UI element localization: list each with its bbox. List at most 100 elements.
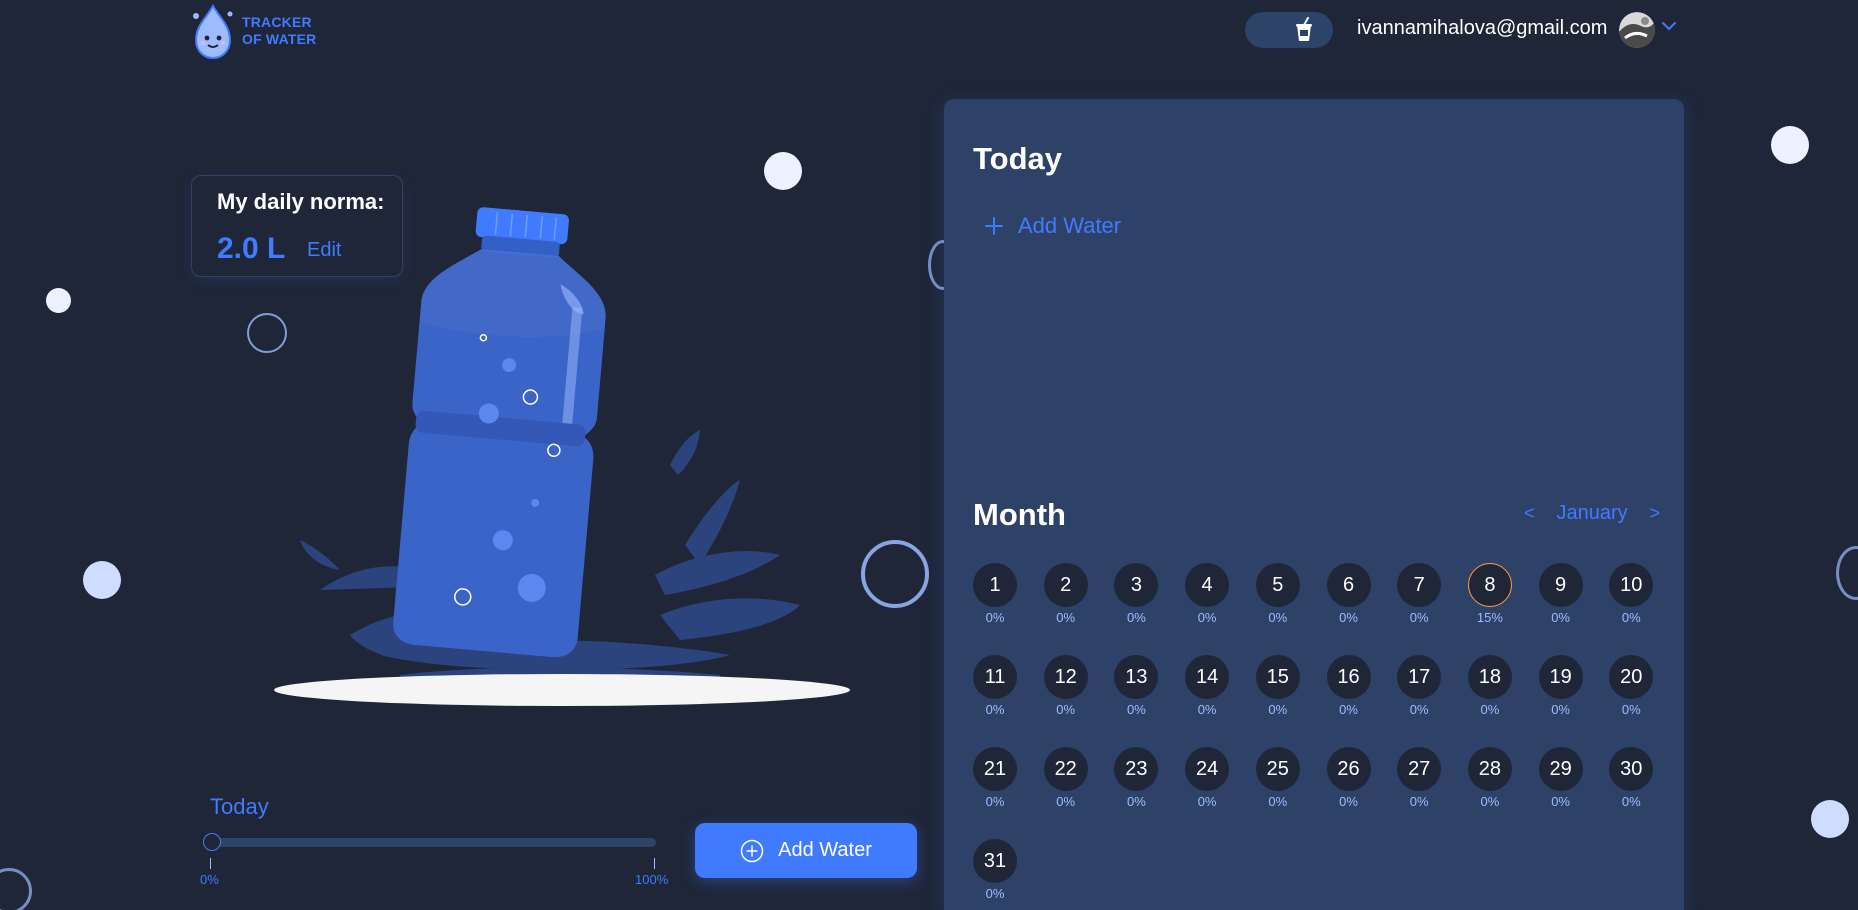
calendar-day-number[interactable]: 9	[1538, 563, 1583, 607]
calendar-day-percent: 0%	[1339, 702, 1358, 717]
logo[interactable]: TRACKER OF WATER	[188, 2, 316, 60]
calendar-day[interactable]: 6 0%	[1326, 563, 1371, 625]
calendar-day[interactable]: 5 0%	[1255, 563, 1300, 625]
calendar-day-number[interactable]: 4	[1185, 563, 1230, 607]
calendar-day-percent: 0%	[1409, 794, 1429, 809]
calendar-day[interactable]: 7 0%	[1397, 563, 1442, 625]
progress-tick-min	[210, 858, 211, 869]
calendar-day[interactable]: 30 0%	[1609, 747, 1654, 809]
calendar-day-number[interactable]: 19	[1538, 655, 1583, 699]
calendar-day-number[interactable]: 18	[1467, 655, 1512, 699]
calendar-day-number[interactable]: 12	[1043, 655, 1088, 699]
calendar-day-number[interactable]: 22	[1043, 747, 1088, 791]
calendar-day-number[interactable]: 16	[1326, 655, 1371, 699]
calendar-day[interactable]: 29 0%	[1538, 747, 1583, 809]
calendar-day-percent: 15%	[1476, 610, 1503, 625]
calendar-day[interactable]: 31 0%	[973, 839, 1017, 901]
calendar-day[interactable]: 28 0%	[1467, 747, 1512, 809]
calendar-day[interactable]: 8 15%	[1467, 563, 1512, 625]
water-bottle-illustration	[274, 207, 850, 706]
calendar-day[interactable]: 16 0%	[1326, 655, 1371, 717]
calendar-day-number[interactable]: 7	[1397, 563, 1442, 607]
calendar-day[interactable]: 23 0%	[1114, 747, 1159, 809]
calendar-day-number[interactable]: 23	[1114, 747, 1159, 791]
calendar-day[interactable]: 1 0%	[973, 563, 1017, 625]
calendar-day[interactable]: 15 0%	[1255, 655, 1300, 717]
calendar-day-number[interactable]: 24	[1185, 747, 1230, 791]
calendar-day-number[interactable]: 30	[1609, 747, 1654, 791]
next-month-button[interactable]: >	[1650, 503, 1661, 524]
calendar-day-number[interactable]: 1	[973, 563, 1017, 607]
calendar-day-number[interactable]: 20	[1609, 655, 1654, 699]
calendar-day-percent: 0%	[1126, 702, 1146, 717]
calendar-day-percent: 0%	[1339, 610, 1358, 625]
progress-knob[interactable]	[203, 833, 221, 851]
calendar-day-percent: 0%	[1056, 610, 1076, 625]
calendar-day-number[interactable]: 5	[1255, 563, 1300, 607]
calendar-day[interactable]: 18 0%	[1467, 655, 1512, 717]
chevron-down-icon[interactable]	[1661, 20, 1677, 32]
calendar-day[interactable]: 24 0%	[1185, 747, 1230, 809]
calendar-day-percent: 0%	[1409, 702, 1429, 717]
calendar-day-number[interactable]: 14	[1185, 655, 1230, 699]
calendar-day-percent: 0%	[1339, 794, 1358, 809]
calendar-day-percent: 0%	[1197, 610, 1217, 625]
theme-toggle[interactable]	[1245, 12, 1333, 48]
calendar-day[interactable]: 2 0%	[1043, 563, 1088, 625]
calendar-day-number[interactable]: 10	[1609, 563, 1654, 607]
calendar-day-number[interactable]: 11	[973, 655, 1017, 699]
calendar-day[interactable]: 12 0%	[1043, 655, 1088, 717]
calendar-day-number[interactable]: 15	[1255, 655, 1300, 699]
calendar-day-number[interactable]: 29	[1538, 747, 1583, 791]
calendar-day-number[interactable]: 27	[1397, 747, 1442, 791]
panel-add-water-button[interactable]: Add Water	[984, 213, 1121, 239]
calendar-day[interactable]: 17 0%	[1397, 655, 1442, 717]
calendar-day-percent: 0%	[985, 610, 1005, 625]
decor-bubble	[46, 288, 71, 313]
calendar-day[interactable]: 20 0%	[1609, 655, 1654, 717]
calendar-day-number[interactable]: 17	[1397, 655, 1442, 699]
calendar-day[interactable]: 3 0%	[1114, 563, 1159, 625]
calendar-day-number[interactable]: 26	[1326, 747, 1371, 791]
calendar-day[interactable]: 26 0%	[1326, 747, 1371, 809]
calendar-day-number[interactable]: 28	[1467, 747, 1512, 791]
calendar-day[interactable]: 19 0%	[1538, 655, 1583, 717]
calendar-day-percent: 0%	[1056, 794, 1076, 809]
calendar-day-percent: 0%	[1197, 702, 1217, 717]
calendar-day-percent: 0%	[1126, 610, 1146, 625]
calendar-day-number[interactable]: 21	[973, 747, 1017, 791]
panel-add-water-label: Add Water	[1018, 213, 1122, 238]
calendar-day[interactable]: 21 0%	[973, 747, 1017, 809]
calendar-day-number[interactable]: 8	[1467, 563, 1512, 607]
calendar-day[interactable]: 10 0%	[1609, 563, 1654, 625]
calendar-day[interactable]: 4 0%	[1185, 563, 1230, 625]
calendar-day-number[interactable]: 31	[973, 839, 1017, 883]
calendar-day-percent: 0%	[1621, 610, 1641, 625]
logo-line-2: OF WATER	[242, 31, 317, 47]
month-nav: < January >	[1524, 502, 1660, 525]
calendar-day-number[interactable]: 13	[1114, 655, 1159, 699]
calendar-day-number[interactable]: 2	[1043, 563, 1088, 607]
calendar-day-number[interactable]: 6	[1326, 563, 1371, 607]
calendar-day[interactable]: 22 0%	[1043, 747, 1088, 809]
calendar-day[interactable]: 27 0%	[1397, 747, 1442, 809]
calendar-day-percent: 0%	[1551, 794, 1570, 809]
avatar[interactable]	[1619, 12, 1655, 48]
add-water-button[interactable]: Add Water	[695, 823, 917, 878]
month-title: Month	[973, 497, 1066, 532]
calendar-day[interactable]: 14 0%	[1185, 655, 1230, 717]
calendar-day-number[interactable]: 25	[1255, 747, 1300, 791]
user-email[interactable]: ivannamihalova@gmail.com	[1357, 17, 1607, 40]
water-drop-logo-icon	[193, 4, 233, 60]
calendar-day[interactable]: 25 0%	[1255, 747, 1300, 809]
calendar-day[interactable]: 11 0%	[973, 655, 1017, 717]
today-title: Today	[973, 141, 1062, 176]
calendar-day-number[interactable]: 3	[1114, 563, 1159, 607]
prev-month-button[interactable]: <	[1524, 503, 1535, 524]
logo-text: TRACKER OF WATER	[242, 14, 316, 48]
calendar-day[interactable]: 9 0%	[1538, 563, 1583, 625]
plus-circle-icon	[740, 839, 764, 862]
calendar-day-percent: 0%	[1197, 794, 1217, 809]
calendar-day[interactable]: 13 0%	[1114, 655, 1159, 717]
avatar-image	[1619, 12, 1655, 48]
